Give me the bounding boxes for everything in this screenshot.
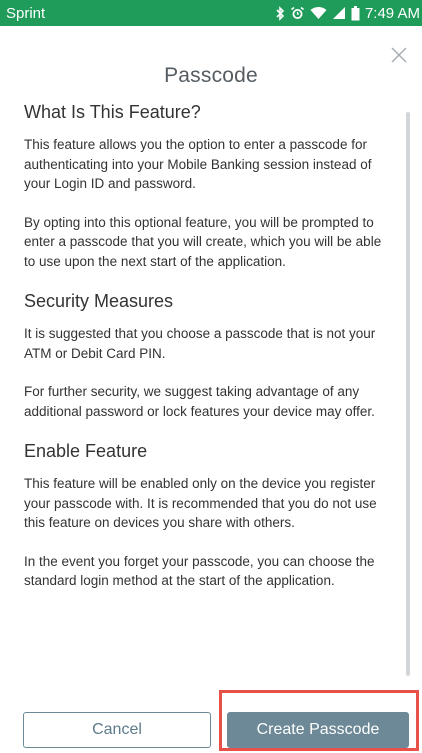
- section-paragraph: It is suggested that you choose a passco…: [24, 326, 376, 361]
- battery-icon: [351, 5, 360, 21]
- section-paragraph: In the event you forget your passcode, y…: [24, 553, 375, 589]
- section-paragraph: For further security, we suggest taking …: [24, 384, 375, 419]
- wifi-icon: [310, 6, 327, 20]
- alarm-icon: [290, 6, 305, 21]
- section-paragraph: This feature allows you the option to en…: [24, 137, 372, 191]
- create-passcode-button[interactable]: Create Passcode: [227, 712, 409, 748]
- modal-title: Passcode: [164, 64, 258, 87]
- scroll-fade: [24, 643, 396, 657]
- clock-time: 7:49 AM: [364, 4, 420, 22]
- section-paragraph: This feature will be enabled only on the…: [24, 476, 377, 530]
- scrollbar[interactable]: [406, 112, 410, 676]
- close-icon[interactable]: [390, 46, 408, 64]
- section-heading: What Is This Feature?: [24, 102, 201, 122]
- carrier-name: Sprint: [6, 4, 46, 22]
- cancel-button[interactable]: Cancel: [23, 712, 211, 748]
- section-paragraph: By opting into this optional feature, yo…: [24, 214, 382, 269]
- feature-description[interactable]: What Is This Feature? This feature allow…: [24, 100, 396, 657]
- section-heading: Security Measures: [24, 291, 174, 311]
- section-heading: Enable Feature: [24, 441, 148, 461]
- signal-icon: [332, 6, 346, 20]
- status-bar: Sprint 7:49 AM: [0, 0, 422, 26]
- status-icons: 7:49 AM: [275, 5, 420, 22]
- bluetooth-icon: [275, 5, 285, 21]
